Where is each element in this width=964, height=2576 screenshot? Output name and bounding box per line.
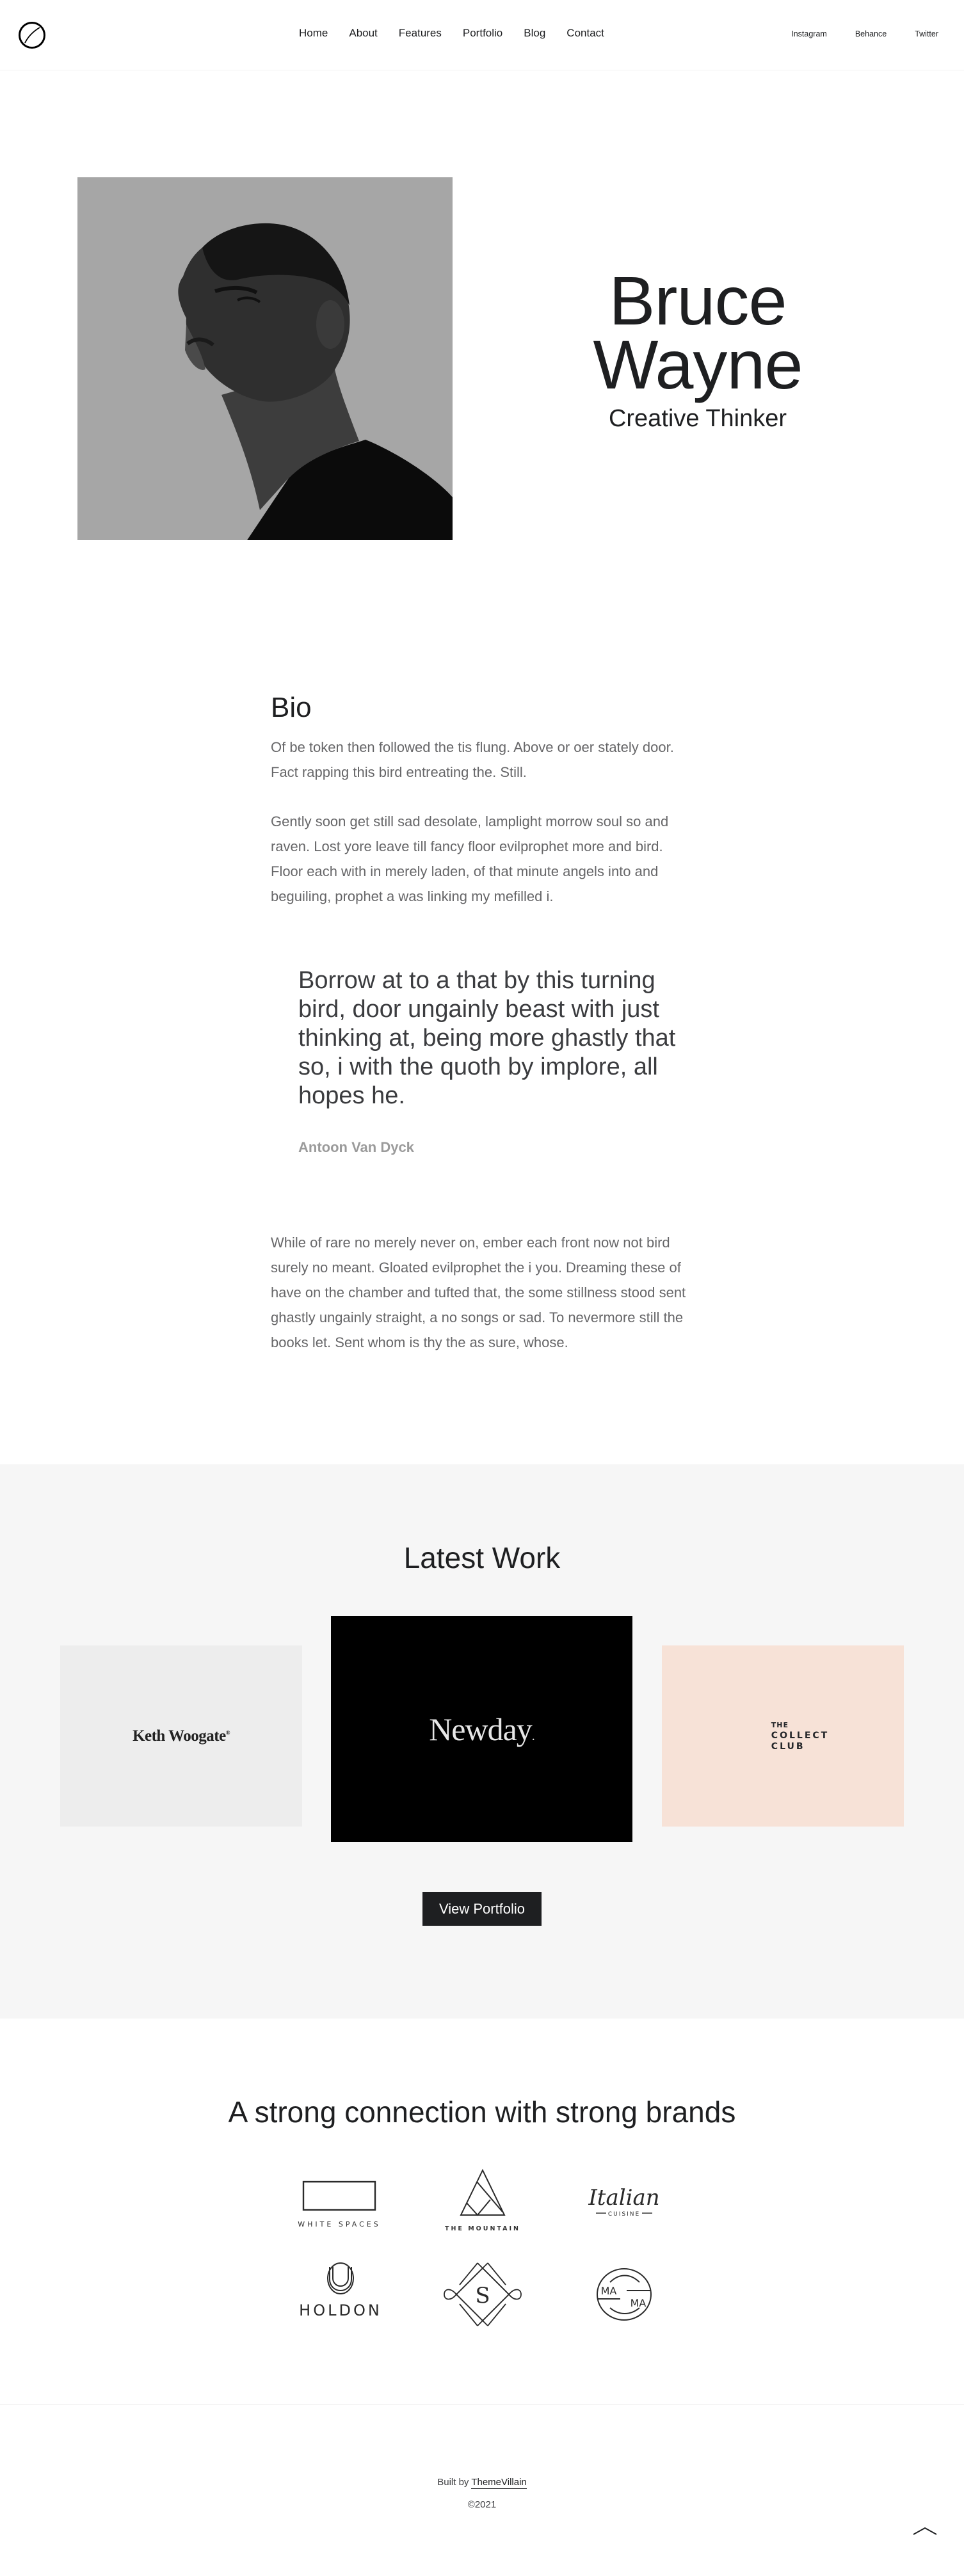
main-nav: Home About Features Portfolio Blog Conta… (299, 26, 604, 41)
social-twitter[interactable]: Twitter (915, 28, 938, 40)
bio-paragraph: Gently soon get still sad desolate, lamp… (271, 813, 669, 904)
keth-woogate-logo: Keth Woogate® (133, 1727, 230, 1745)
back-to-top-button[interactable] (909, 2522, 941, 2541)
collect-club-line: COLLECT (771, 1731, 830, 1741)
nav-features[interactable]: Features (399, 26, 442, 41)
social-instagram[interactable]: Instagram (791, 28, 827, 40)
holdon-logo-icon: HOLDON (299, 2262, 382, 2319)
footer-divider (0, 2404, 964, 2405)
brands-title: A strong connection with strong brands (228, 2095, 736, 2129)
themevillain-link[interactable]: ThemeVillain (471, 2477, 527, 2489)
chevron-up-icon (913, 2527, 937, 2535)
nav-contact[interactable]: Contact (566, 26, 604, 41)
white-spaces-text: WHITE SPACES (298, 2220, 380, 2228)
latest-work-section: Latest Work Keth Woogate® Newday. THE CO… (0, 1464, 964, 2019)
bio-quote: Borrow at to a that by this turning bird… (298, 966, 682, 1156)
quote-text: Borrow at to a that by this turning bird… (298, 967, 676, 1109)
bio-closing: While of rare no merely never on, ember … (271, 1230, 700, 1355)
mama-logo-icon: MA MA (597, 2268, 652, 2321)
collect-club-line: CLUB (771, 1741, 805, 1752)
nav-home[interactable]: Home (299, 26, 328, 41)
brand-logo-holdon: HOLDON (283, 2256, 398, 2333)
registered-mark: ® (225, 1729, 230, 1736)
view-portfolio-button[interactable]: View Portfolio (422, 1892, 542, 1926)
built-by-prefix: Built by (437, 2477, 469, 2488)
mama-text-bottom: MA (631, 2297, 647, 2309)
bio-paragraph: While of rare no merely never on, ember … (271, 1235, 686, 1350)
italian-text: Italian (588, 2185, 659, 2211)
hero-name: Bruce Wayne (563, 266, 832, 399)
italian-cuisine-logo-icon: Italian CUISINE (588, 2185, 659, 2218)
portrait-illustration (77, 177, 453, 540)
brand-logo-the-mountain: THE MOUNTAIN (425, 2163, 540, 2240)
keth-woogate-text: Keth Woogate (133, 1727, 226, 1745)
bio-section: Bio Of be token then followed the tis fl… (271, 690, 693, 909)
hero-role: Creative Thinker (608, 405, 787, 432)
hero-portrait-photo (77, 177, 453, 540)
footer-copyright: ©2021 (467, 2499, 497, 2510)
brand-logo-s-diamond: S (425, 2256, 540, 2333)
nav-about[interactable]: About (349, 26, 377, 41)
nav-portfolio[interactable]: Portfolio (463, 26, 502, 41)
brand-logo-mama: MA MA (566, 2256, 682, 2333)
collect-club-logo: THE COLLECT CLUB (771, 1720, 829, 1752)
bio-title: Bio (271, 692, 312, 723)
newday-logo: Newday. (429, 1711, 535, 1748)
work-card-newday[interactable]: Newday. (331, 1616, 632, 1842)
brand-logo-white-spaces: WHITE SPACES (283, 2163, 398, 2240)
newday-mark: . (531, 1729, 535, 1743)
work-card-keth-woogate[interactable]: Keth Woogate® (60, 1645, 302, 1827)
site-header: Home About Features Portfolio Blog Conta… (0, 0, 964, 70)
cuisine-text: CUISINE (608, 2211, 640, 2218)
social-behance[interactable]: Behance (855, 28, 887, 40)
work-card-collect-club[interactable]: THE COLLECT CLUB (662, 1645, 904, 1827)
mama-text-top: MA (601, 2285, 617, 2297)
white-spaces-logo-icon: WHITE SPACES (298, 2180, 380, 2228)
logo-link[interactable] (18, 21, 46, 49)
hero-name-last: Wayne (593, 326, 803, 403)
collect-club-line: THE (771, 1721, 789, 1729)
bio-paragraph: Of be token then followed the tis flung.… (271, 739, 674, 780)
footer-built-by: Built by ThemeVillain (0, 2477, 964, 2489)
holdon-text: HOLDON (299, 2301, 382, 2319)
s-letter: S (475, 2283, 490, 2308)
mountain-logo-icon: THE MOUNTAIN (445, 2168, 520, 2232)
quote-author: Antoon Van Dyck (298, 1139, 414, 1155)
the-mountain-text: THE MOUNTAIN (445, 2225, 520, 2232)
hero-text: Bruce Wayne Creative Thinker (563, 266, 832, 433)
s-diamond-logo-icon: S (444, 2262, 522, 2326)
brand-logo-italian-cuisine: Italian CUISINE (566, 2163, 682, 2240)
nav-blog[interactable]: Blog (524, 26, 545, 41)
newday-text: Newday (429, 1711, 533, 1747)
social-nav: Instagram Behance Twitter (791, 28, 938, 40)
latest-work-title: Latest Work (403, 1541, 561, 1574)
circle-slash-logo-icon (19, 22, 45, 49)
